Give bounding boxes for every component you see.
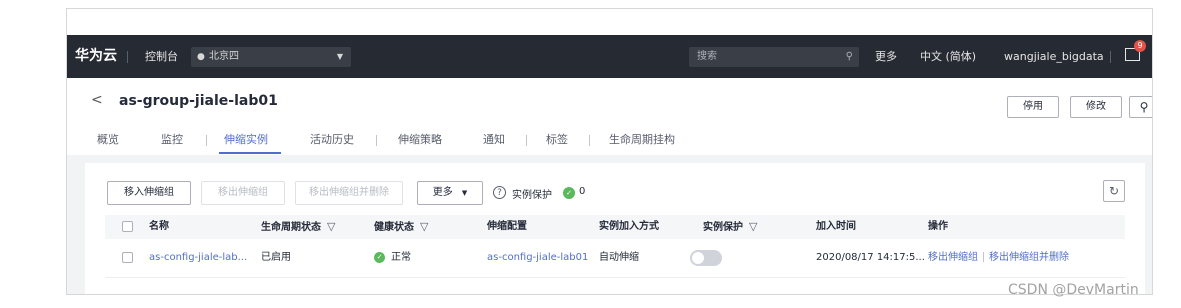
caret-down-icon: ▼ — [461, 189, 468, 197]
tab-lifecycle-hooks[interactable]: 生命周期挂构 — [609, 126, 675, 155]
move-in-button[interactable]: 移入伸缩组 — [107, 181, 191, 205]
search-placeholder: 搜索 — [697, 51, 717, 62]
tab-divider — [376, 135, 377, 146]
column-health-label: 健康状态 — [374, 222, 414, 233]
toggle-knob — [692, 252, 704, 264]
protection-count: 0 — [579, 186, 586, 197]
region-selector[interactable]: ● 北京四 ▼ — [191, 47, 351, 67]
column-operations: 操作 — [928, 221, 948, 232]
page-title: as-group-jiale-lab01 — [119, 93, 278, 109]
lifecycle-status: 已启用 — [261, 252, 291, 263]
column-health: 健康状态 ▽ — [374, 215, 428, 239]
column-name: 名称 — [149, 221, 169, 232]
health-status: ✓ 正常 — [374, 239, 411, 277]
filter-icon[interactable]: ▽ — [420, 220, 428, 233]
table-header: 名称 生命周期状态 ▽ 健康状态 ▽ 伸缩配置 实例加入方式 实例保护 ▽ 加入时间 … — [105, 215, 1125, 239]
more-menu[interactable]: 更多 — [875, 35, 897, 78]
tab-scaling-policies[interactable]: 伸缩策略 — [398, 126, 442, 155]
tab-activity-history[interactable]: 活动历史 — [310, 126, 354, 155]
console-window: 华为云 控制台 ● 北京四 ▼ 搜索 ⚲ 更多 中文 (简体) wangjial… — [66, 8, 1153, 295]
divider — [1110, 51, 1111, 63]
column-lifecycle-label: 生命周期状态 — [261, 222, 321, 233]
more-label: 更多 — [432, 187, 453, 198]
tab-divider — [589, 135, 590, 146]
disable-button[interactable]: 停用 — [1007, 96, 1059, 118]
instances-card: 移入伸缩组 移出伸缩组 移出伸缩组并删除 更多 ▼ ? 实例保护 ✓ 0 ↻ 名… — [85, 163, 1145, 294]
column-lifecycle: 生命周期状态 ▽ — [261, 215, 335, 239]
move-out-delete-link[interactable]: 移出伸缩组并删除 — [989, 252, 1069, 263]
search-icon[interactable]: ⚲ — [1129, 96, 1152, 118]
column-protection-label: 实例保护 — [703, 222, 743, 233]
top-navigation-bar: 华为云 控制台 ● 北京四 ▼ 搜索 ⚲ 更多 中文 (简体) wangjial… — [67, 35, 1152, 78]
select-all-checkbox[interactable] — [122, 221, 133, 232]
shield-check-icon: ✓ — [563, 187, 575, 199]
tab-overview[interactable]: 概览 — [97, 126, 119, 155]
table-row: as-config-jiale-lab... 已启用 ✓ 正常 as-config… — [105, 239, 1125, 278]
watermark: CSDN @DevMartin — [1008, 282, 1139, 298]
huawei-cloud-logo[interactable]: 华为云 — [75, 35, 117, 78]
region-label: 北京四 — [209, 51, 239, 62]
divider — [127, 51, 128, 63]
tab-scaling-instances[interactable]: 伸缩实例 — [224, 126, 268, 155]
tab-divider — [526, 135, 527, 146]
instance-name-link[interactable]: as-config-jiale-lab... — [149, 239, 247, 277]
search-input[interactable]: 搜索 ⚲ — [689, 47, 859, 67]
move-out-delete-button[interactable]: 移出伸缩组并删除 — [295, 181, 403, 205]
user-menu[interactable]: wangjiale_bigdata — [1004, 35, 1104, 78]
column-join-method: 实例加入方式 — [599, 221, 659, 232]
column-protection: 实例保护 ▽ — [703, 215, 757, 239]
notification-badge: 9 — [1134, 40, 1146, 52]
instance-protection-label: 实例保护 — [512, 190, 552, 201]
browser-strip — [67, 9, 1152, 35]
page-header: < as-group-jiale-lab01 停用 修改 ⚲ 概览 监控 伸缩实… — [67, 78, 1152, 155]
filter-icon[interactable]: ▽ — [749, 220, 757, 233]
tab-tags[interactable]: 标签 — [546, 126, 568, 155]
mail-icon[interactable]: 9 — [1125, 40, 1146, 61]
move-out-link[interactable]: 移出伸缩组 — [928, 252, 978, 263]
help-icon[interactable]: ? — [493, 186, 506, 199]
join-time: 2020/08/17 14:17:5... — [816, 252, 925, 263]
join-method: 自动伸缩 — [599, 252, 639, 263]
column-config: 伸缩配置 — [487, 221, 527, 232]
back-arrow-icon[interactable]: < — [91, 92, 103, 108]
refresh-icon[interactable]: ↻ — [1103, 180, 1125, 202]
check-circle-icon: ✓ — [374, 251, 385, 263]
active-tab-indicator — [219, 152, 281, 154]
tab-notifications[interactable]: 通知 — [483, 126, 505, 155]
tab-monitoring[interactable]: 监控 — [161, 126, 183, 155]
tab-divider — [206, 135, 207, 146]
console-link[interactable]: 控制台 — [145, 35, 178, 78]
instance-protection-toggle[interactable] — [690, 250, 722, 266]
divider — [983, 252, 984, 262]
filter-icon[interactable]: ▽ — [327, 220, 335, 233]
location-pin-icon: ● — [197, 52, 205, 62]
tab-bar: 概览 监控 伸缩实例 活动历史 伸缩策略 通知 标签 生命周期挂构 — [67, 126, 1152, 155]
health-status-label: 正常 — [391, 252, 411, 263]
language-selector[interactable]: 中文 (简体) — [920, 35, 976, 78]
more-dropdown[interactable]: 更多 ▼ — [417, 181, 483, 205]
modify-button[interactable]: 修改 — [1070, 96, 1122, 118]
search-icon[interactable]: ⚲ — [846, 47, 853, 67]
scaling-config-link[interactable]: as-config-jiale-lab01 — [487, 239, 588, 277]
chevron-down-icon: ▼ — [336, 52, 343, 61]
column-join-time: 加入时间 — [816, 221, 856, 232]
row-checkbox[interactable] — [122, 252, 133, 263]
move-out-button[interactable]: 移出伸缩组 — [201, 181, 285, 205]
row-operations: 移出伸缩组 移出伸缩组并删除 — [928, 239, 1069, 277]
